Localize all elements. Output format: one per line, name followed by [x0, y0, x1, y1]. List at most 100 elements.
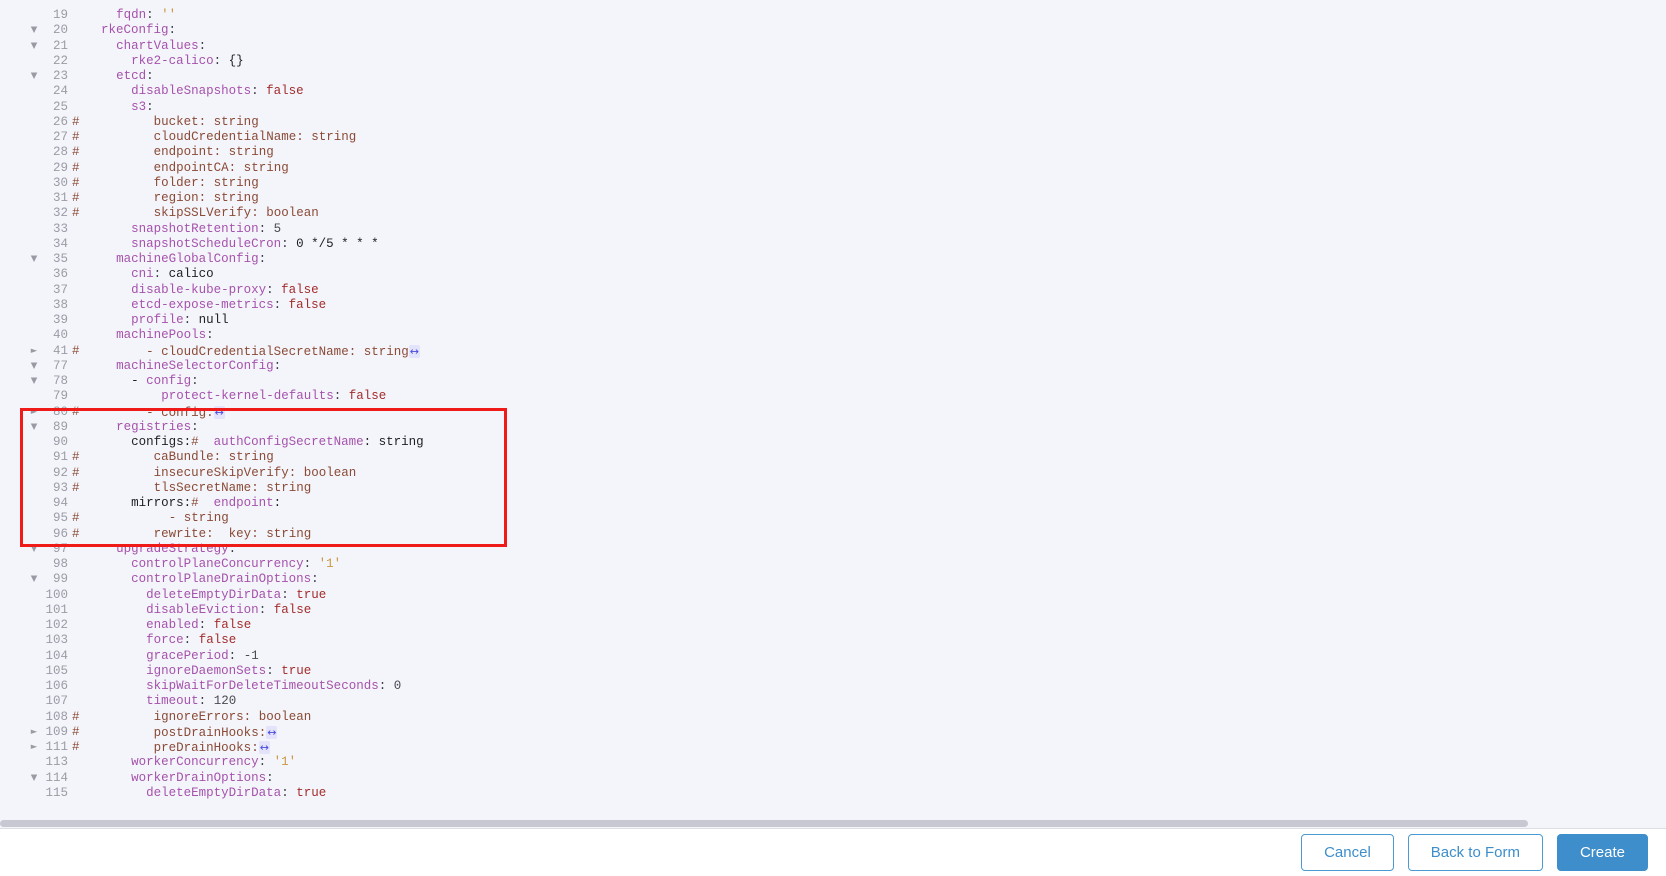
- code-line-content[interactable]: - config:↔: [146, 405, 225, 421]
- code-line[interactable]: 104 gracePeriod: -1: [0, 649, 1666, 664]
- create-button[interactable]: Create: [1556, 834, 1648, 871]
- back-to-form-button[interactable]: Back to Form: [1407, 834, 1543, 871]
- code-line-content[interactable]: endpointCA: string: [154, 161, 289, 176]
- code-line[interactable]: ► 41 # - cloudCredentialSecretName: string↔: [0, 344, 1666, 359]
- code-line-content[interactable]: preDrainHooks:↔: [154, 740, 270, 756]
- code-line[interactable]: 36 cni: calico: [0, 267, 1666, 282]
- code-line-content[interactable]: etcd:: [116, 69, 154, 84]
- code-line[interactable]: ► 80 # - config:↔: [0, 405, 1666, 420]
- code-line[interactable]: 34 snapshotScheduleCron: 0 */5 * * *: [0, 237, 1666, 252]
- code-line-content[interactable]: rewrite: key: string: [154, 527, 312, 542]
- code-line-content[interactable]: skipSSLVerify: boolean: [154, 206, 319, 221]
- code-line-content[interactable]: registries:: [116, 420, 199, 435]
- code-line-content[interactable]: timeout: 120: [146, 694, 236, 709]
- code-line-content[interactable]: - cloudCredentialSecretName: string↔: [146, 344, 420, 360]
- code-line-content[interactable]: gracePeriod: -1: [146, 649, 259, 664]
- code-line-content[interactable]: disableEviction: false: [146, 603, 311, 618]
- code-line[interactable]: 107 timeout: 120: [0, 694, 1666, 709]
- code-line[interactable]: 91 # caBundle: string: [0, 450, 1666, 465]
- collapsed-range-widget-icon[interactable]: ↔: [408, 344, 420, 358]
- code-line[interactable]: ▼ 20 rkeConfig:: [0, 23, 1666, 38]
- code-line-content[interactable]: controlPlaneDrainOptions:: [131, 572, 319, 587]
- code-line[interactable]: 27 # cloudCredentialName: string: [0, 130, 1666, 145]
- code-line[interactable]: 28 # endpoint: string: [0, 145, 1666, 160]
- code-line[interactable]: 90 configs:# authConfigSecretName: string: [0, 435, 1666, 450]
- code-line[interactable]: ▼ 23 etcd:: [0, 69, 1666, 84]
- code-line[interactable]: 26 # bucket: string: [0, 115, 1666, 130]
- code-line[interactable]: ▼ 78- config:: [0, 374, 1666, 389]
- code-line-content[interactable]: ignoreErrors: boolean: [154, 710, 312, 725]
- code-line-content[interactable]: disable-kube-proxy: false: [131, 283, 319, 298]
- code-line-content[interactable]: region: string: [154, 191, 259, 206]
- code-line-content[interactable]: snapshotRetention: 5: [131, 222, 281, 237]
- code-line[interactable]: 115 deleteEmptyDirData: true: [0, 786, 1666, 801]
- code-line[interactable]: 93 # tlsSecretName: string: [0, 481, 1666, 496]
- code-line[interactable]: 25 s3:: [0, 100, 1666, 115]
- code-line[interactable]: 22 rke2-calico: {}: [0, 54, 1666, 69]
- code-line[interactable]: 101 disableEviction: false: [0, 603, 1666, 618]
- code-line[interactable]: 79 protect-kernel-defaults: false: [0, 389, 1666, 404]
- code-line-content[interactable]: deleteEmptyDirData: true: [146, 588, 326, 603]
- code-line[interactable]: ▼ 35 machineGlobalConfig:: [0, 252, 1666, 267]
- code-line-content[interactable]: disableSnapshots: false: [131, 84, 304, 99]
- code-line[interactable]: 105 ignoreDaemonSets: true: [0, 664, 1666, 679]
- code-line[interactable]: ▼ 97 upgradeStrategy:: [0, 542, 1666, 557]
- code-line[interactable]: 29 # endpointCA: string: [0, 161, 1666, 176]
- code-line[interactable]: 24 disableSnapshots: false: [0, 84, 1666, 99]
- code-line-content[interactable]: profile: null: [131, 313, 229, 328]
- code-line[interactable]: ▼ 99 controlPlaneDrainOptions:: [0, 572, 1666, 587]
- code-line[interactable]: ▼ 21 chartValues:: [0, 39, 1666, 54]
- code-line-content[interactable]: - config:: [131, 374, 199, 389]
- code-line[interactable]: 37 disable-kube-proxy: false: [0, 283, 1666, 298]
- code-line-content[interactable]: etcd-expose-metrics: false: [131, 298, 326, 313]
- code-line-content[interactable]: configs:# authConfigSecretName: string: [131, 435, 424, 450]
- code-line-content[interactable]: tlsSecretName: string: [154, 481, 312, 496]
- collapsed-range-widget-icon[interactable]: ↔: [266, 725, 278, 739]
- code-line[interactable]: 106 skipWaitForDeleteTimeoutSeconds: 0: [0, 679, 1666, 694]
- code-line-content[interactable]: enabled: false: [146, 618, 251, 633]
- code-line[interactable]: 19 fqdn: '': [0, 8, 1666, 23]
- code-line[interactable]: 33 snapshotRetention: 5: [0, 222, 1666, 237]
- code-line[interactable]: 94 mirrors:# endpoint:: [0, 496, 1666, 511]
- code-line-content[interactable]: ignoreDaemonSets: true: [146, 664, 311, 679]
- code-line[interactable]: ▼ 114 workerDrainOptions:: [0, 771, 1666, 786]
- code-line[interactable]: 103 force: false: [0, 633, 1666, 648]
- code-line[interactable]: 38 etcd-expose-metrics: false: [0, 298, 1666, 313]
- code-line[interactable]: 113 workerConcurrency: '1': [0, 755, 1666, 770]
- code-line-content[interactable]: workerDrainOptions:: [131, 771, 274, 786]
- code-line[interactable]: ▼ 77 machineSelectorConfig:: [0, 359, 1666, 374]
- code-line[interactable]: 92 # insecureSkipVerify: boolean: [0, 466, 1666, 481]
- code-line-content[interactable]: postDrainHooks:↔: [154, 725, 278, 741]
- code-line-content[interactable]: workerConcurrency: '1': [131, 755, 296, 770]
- code-line[interactable]: 30 # folder: string: [0, 176, 1666, 191]
- code-line-content[interactable]: cni: calico: [131, 267, 214, 282]
- code-line[interactable]: 100 deleteEmptyDirData: true: [0, 588, 1666, 603]
- code-line[interactable]: 39 profile: null: [0, 313, 1666, 328]
- code-line-content[interactable]: - string: [169, 511, 229, 526]
- code-line-content[interactable]: controlPlaneConcurrency: '1': [131, 557, 341, 572]
- code-line-content[interactable]: folder: string: [154, 176, 259, 191]
- code-line-content[interactable]: fqdn: '': [116, 8, 176, 23]
- code-line[interactable]: 102 enabled: false: [0, 618, 1666, 633]
- code-line-content[interactable]: chartValues:: [116, 39, 206, 54]
- code-line-content[interactable]: deleteEmptyDirData: true: [146, 786, 326, 801]
- code-line[interactable]: ► 109 # postDrainHooks:↔: [0, 725, 1666, 740]
- code-line-content[interactable]: machinePools:: [116, 328, 214, 343]
- code-line-content[interactable]: skipWaitForDeleteTimeoutSeconds: 0: [146, 679, 401, 694]
- code-scroll-area[interactable]: 19 fqdn: '' ▼ 20 rkeConfig: ▼ 21 chartValues: 22…: [0, 0, 1666, 828]
- collapsed-range-widget-icon[interactable]: ↔: [213, 405, 225, 419]
- code-line-content[interactable]: upgradeStrategy:: [116, 542, 236, 557]
- code-line[interactable]: 96 # rewrite: key: string: [0, 527, 1666, 542]
- code-line[interactable]: 98 controlPlaneConcurrency: '1': [0, 557, 1666, 572]
- collapsed-range-widget-icon[interactable]: ↔: [258, 741, 270, 754]
- horizontal-scrollbar-track[interactable]: [0, 819, 1666, 828]
- code-line[interactable]: 95 # - string: [0, 511, 1666, 526]
- code-line[interactable]: 31 # region: string: [0, 191, 1666, 206]
- code-line[interactable]: 40 machinePools:: [0, 328, 1666, 343]
- yaml-editor[interactable]: 19 fqdn: '' ▼ 20 rkeConfig: ▼ 21 chartValues: 22…: [0, 0, 1666, 828]
- code-line-content[interactable]: machineSelectorConfig:: [116, 359, 281, 374]
- horizontal-scrollbar-thumb[interactable]: [0, 820, 1528, 827]
- code-line[interactable]: 108 # ignoreErrors: boolean: [0, 710, 1666, 725]
- code-line-content[interactable]: force: false: [146, 633, 236, 648]
- cancel-button[interactable]: Cancel: [1301, 834, 1394, 871]
